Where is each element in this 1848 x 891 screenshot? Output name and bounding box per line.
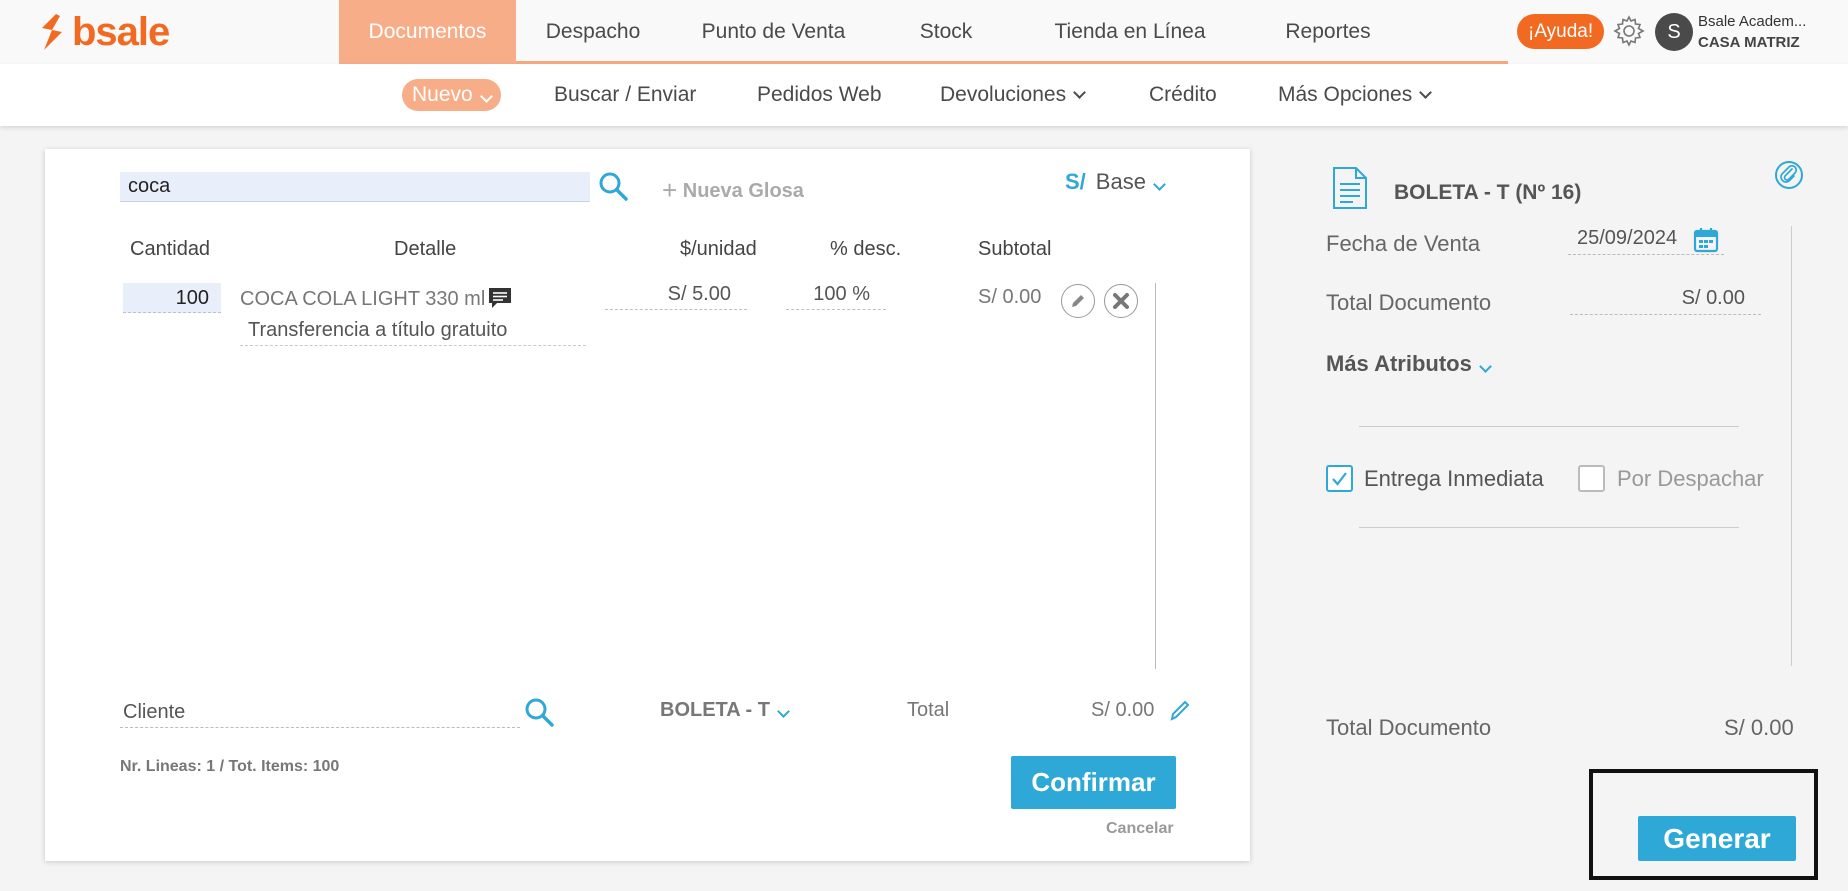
line-quantity-input[interactable]: 100 [123, 283, 221, 313]
nueva-glosa-button[interactable]: + Nueva Glosa [662, 173, 804, 205]
total-documento-label: Total Documento [1326, 290, 1492, 315]
footer-total-value: S/ 0.00 [1724, 715, 1794, 740]
total-documento-field: S/ 0.00 [1570, 287, 1761, 315]
lines-scrollbar-track [1155, 283, 1156, 669]
total-label: Total [907, 699, 950, 721]
subnav-credito[interactable]: Crédito [1149, 64, 1217, 126]
document-editor-card: + Nueva Glosa S/Base Cantidad Detalle $/… [45, 149, 1250, 861]
search-icon[interactable] [597, 170, 629, 202]
price-list-label: Base [1095, 169, 1146, 194]
column-header-cantidad: Cantidad [130, 238, 211, 260]
nav-tienda-en-linea[interactable]: Tienda en Línea [1015, 0, 1245, 64]
price-list-selector[interactable]: S/Base [1065, 169, 1166, 195]
user-branch: CASA MATRIZ [1698, 34, 1800, 51]
avatar[interactable]: S [1655, 13, 1693, 51]
nav-punto-de-venta[interactable]: Punto de Venta [670, 0, 877, 64]
gear-icon[interactable] [1612, 14, 1646, 48]
delete-line-button[interactable] [1104, 284, 1138, 318]
mas-atributos-label: Más Atributos [1326, 351, 1472, 376]
nueva-glosa-label: Nueva Glosa [682, 180, 804, 202]
main-nav: Documentos Despacho Punto de Venta Stock… [339, 0, 1508, 64]
lines-summary: Nr. Lineas: 1 / Tot. Items: 100 [120, 758, 340, 775]
generar-button[interactable]: Generar [1638, 816, 1796, 861]
document-type-label: BOLETA - T [660, 699, 770, 721]
entrega-inmediata-label[interactable]: Entrega Inmediata [1364, 466, 1544, 492]
nav-despacho[interactable]: Despacho [516, 0, 670, 64]
chevron-down-icon [1153, 178, 1166, 191]
nav-reportes[interactable]: Reportes [1245, 0, 1411, 64]
close-icon [1113, 293, 1129, 309]
cancel-link[interactable]: Cancelar [1106, 820, 1174, 838]
column-header-subtotal: Subtotal [978, 238, 1052, 260]
edit-line-button[interactable] [1061, 284, 1095, 318]
chevron-down-icon [479, 90, 493, 103]
sub-nav: Nuevo Buscar / Enviar Pedidos Web Devolu… [0, 64, 1848, 126]
pencil-icon[interactable] [1169, 699, 1191, 721]
column-header-unidad: $/unidad [680, 238, 757, 260]
subnav-devoluciones[interactable]: Devoluciones [940, 64, 1086, 126]
line-discount-input[interactable]: 100 % [786, 283, 886, 310]
plus-icon: + [662, 175, 678, 205]
line-unit-price-input[interactable]: S/ 5.00 [605, 283, 747, 310]
document-type-selector[interactable]: BOLETA - T [660, 699, 790, 722]
footer-total-label: Total Documento [1326, 715, 1492, 740]
top-bar: bsale Documentos Despacho Punto de Venta… [0, 0, 1848, 64]
line-product-name: COCA COLA LIGHT 330 ml [240, 288, 486, 310]
user-info[interactable]: Bsale Academ... CASA MATRIZ [1698, 11, 1806, 53]
help-button[interactable]: ¡Ayuda! [1517, 14, 1605, 49]
checkmark-icon [1332, 472, 1347, 486]
fecha-venta-value: 25/09/2024 [1577, 227, 1678, 249]
mas-atributos-toggle[interactable]: Más Atributos [1326, 351, 1492, 377]
divider [1359, 426, 1739, 427]
comment-icon[interactable] [487, 286, 513, 310]
subnav-nuevo-label: Nuevo [412, 83, 473, 106]
fecha-venta-label: Fecha de Venta [1326, 231, 1481, 256]
nav-documentos[interactable]: Documentos [339, 0, 516, 64]
document-title: BOLETA - T (Nº 16) [1394, 181, 1582, 204]
bsale-logo-icon [42, 14, 62, 50]
por-despachar-checkbox[interactable] [1578, 465, 1605, 492]
calendar-icon[interactable] [1693, 227, 1719, 253]
product-search-input[interactable] [120, 172, 590, 202]
logo-text: bsale [72, 9, 170, 54]
client-search-input[interactable]: Cliente [120, 697, 520, 728]
chevron-down-icon [1419, 85, 1433, 99]
currency-symbol: S/ [1065, 169, 1086, 194]
divider [1359, 527, 1739, 528]
confirm-button[interactable]: Confirmar [1011, 756, 1176, 809]
subnav-pedidos-web[interactable]: Pedidos Web [757, 64, 882, 126]
entrega-inmediata-checkbox[interactable] [1326, 465, 1353, 492]
chevron-down-icon [777, 705, 790, 718]
por-despachar-label[interactable]: Por Despachar [1617, 466, 1764, 492]
panel-scrollbar-track [1791, 226, 1792, 666]
subnav-mas-opciones[interactable]: Más Opciones [1278, 64, 1433, 126]
subnav-nuevo[interactable]: Nuevo [402, 64, 501, 126]
document-icon [1333, 167, 1367, 209]
user-name: Bsale Academ... [1698, 13, 1807, 30]
pencil-icon [1072, 295, 1084, 307]
total-value: S/ 0.00 [1091, 699, 1155, 721]
search-icon[interactable] [523, 696, 555, 728]
line-note-input[interactable]: Transferencia a título gratuito [240, 319, 586, 346]
attachment-button[interactable] [1775, 161, 1803, 189]
nav-stock[interactable]: Stock [877, 0, 1015, 64]
subnav-buscar-enviar[interactable]: Buscar / Enviar [554, 64, 696, 126]
line-subtotal: S/ 0.00 [978, 286, 1042, 308]
column-header-descuento: % desc. [830, 238, 902, 260]
chevron-down-icon [1478, 360, 1492, 373]
subnav-devoluciones-label: Devoluciones [940, 83, 1067, 106]
subnav-mas-opciones-label: Más Opciones [1278, 83, 1413, 106]
paperclip-icon [1780, 164, 1798, 183]
bsale-logo[interactable]: bsale [38, 9, 170, 54]
column-header-detalle: Detalle [394, 238, 457, 260]
chevron-down-icon [1073, 85, 1086, 99]
